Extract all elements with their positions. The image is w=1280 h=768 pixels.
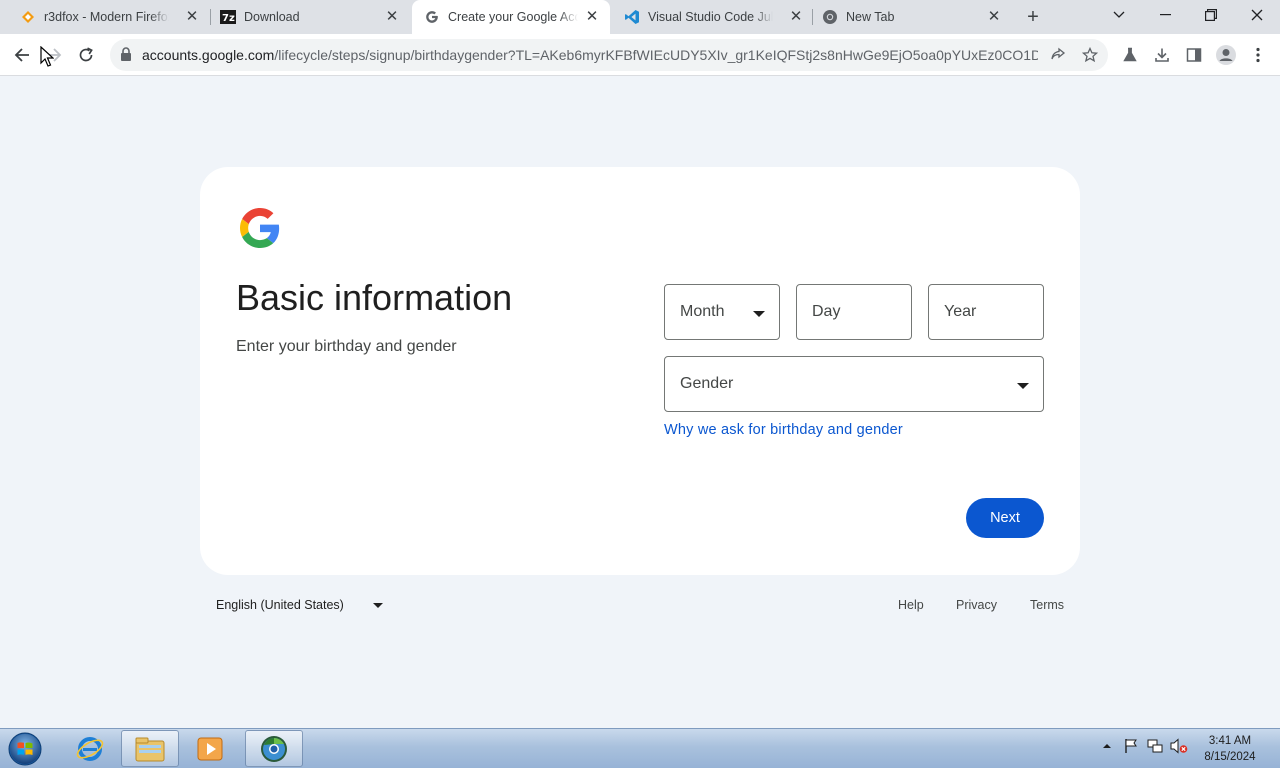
browser-toolbar: accounts.google.com/lifecycle/steps/sign… (0, 34, 1280, 76)
tab-title: Download (244, 10, 300, 24)
download-icon[interactable] (1146, 39, 1178, 71)
lock-icon[interactable] (120, 47, 134, 63)
network-icon[interactable] (1146, 737, 1164, 755)
tab-title: New Tab (846, 10, 895, 24)
show-hidden-icons-icon[interactable] (1098, 737, 1116, 755)
day-placeholder: Day (812, 303, 841, 320)
tab-new-tab[interactable]: New Tab ✕ (802, 0, 1012, 34)
language-selector[interactable]: English (United States) (216, 598, 344, 612)
browser-tab-strip: r3dfox - Modern Firefox f ✕ 7z Download … (0, 0, 1280, 34)
signup-card: Basic information Enter your birthday an… (200, 167, 1080, 575)
vscode-favicon-icon (624, 9, 640, 25)
dropdown-arrow-icon (753, 311, 765, 317)
language-dropdown-arrow-icon[interactable] (373, 603, 383, 608)
next-button[interactable]: Next (966, 498, 1044, 538)
file-explorer-icon[interactable] (121, 730, 179, 767)
privacy-link[interactable]: Privacy (956, 598, 997, 612)
dropdown-arrow-icon (1017, 383, 1029, 389)
clock-time: 3:41 AM (1208, 735, 1252, 747)
tab-create-google-account[interactable]: Create your Google Acco ✕ (412, 0, 610, 34)
day-input[interactable]: Day (796, 284, 912, 340)
year-input[interactable]: Year (928, 284, 1044, 340)
action-center-flag-icon[interactable] (1122, 737, 1140, 755)
more-menu-icon[interactable] (1242, 39, 1274, 71)
start-button-icon[interactable] (6, 731, 44, 767)
7zip-favicon-icon: 7z (220, 9, 236, 25)
tab-title: Visual Studio Code July 2 (648, 10, 773, 24)
close-window-icon[interactable] (1234, 0, 1280, 30)
tab-vscode[interactable]: Visual Studio Code July 2 ✕ (604, 0, 814, 34)
tab-close-icon[interactable]: ✕ (986, 9, 1002, 25)
chrome-taskbar-icon[interactable] (245, 730, 303, 767)
page-subtitle: Enter your birthday and gender (236, 338, 457, 355)
gender-select[interactable]: Gender (664, 356, 1044, 412)
r3dfox-favicon-icon (20, 9, 36, 25)
svg-text:7z: 7z (222, 13, 235, 24)
back-arrow-icon[interactable] (6, 39, 38, 71)
system-clock[interactable]: 3:41 AM 8/15/2024 (1196, 733, 1264, 765)
minimize-icon[interactable] (1142, 0, 1188, 30)
tab-title: r3dfox - Modern Firefox f (44, 10, 169, 24)
terms-link[interactable]: Terms (1030, 598, 1064, 612)
windows-taskbar: 3:41 AM 8/15/2024 (0, 728, 1280, 768)
month-select[interactable]: Month (664, 284, 780, 340)
tab-close-icon[interactable]: ✕ (184, 9, 200, 25)
extension-flask-icon[interactable] (1114, 39, 1146, 71)
side-panel-icon[interactable] (1178, 39, 1210, 71)
chrome-favicon-icon (822, 9, 838, 25)
new-tab-plus-icon[interactable]: + (1022, 6, 1044, 28)
bookmark-star-icon[interactable] (1074, 39, 1106, 71)
url-host: accounts.google.com (142, 47, 275, 63)
month-placeholder: Month (680, 303, 725, 320)
reload-icon[interactable] (70, 39, 102, 71)
volume-muted-icon[interactable] (1170, 737, 1188, 755)
address-bar[interactable]: accounts.google.com/lifecycle/steps/sign… (110, 39, 1108, 71)
mouse-cursor-icon (40, 45, 55, 73)
page-title: Basic information (236, 277, 513, 318)
restore-icon[interactable] (1188, 0, 1234, 30)
media-player-icon[interactable] (181, 730, 239, 767)
tab-download[interactable]: 7z Download ✕ (200, 0, 410, 34)
url-path: /lifecycle/steps/signup/birthdaygender?T… (274, 47, 1038, 63)
profile-avatar-icon[interactable] (1210, 39, 1242, 71)
google-logo-icon (240, 208, 280, 248)
year-placeholder: Year (944, 303, 977, 320)
tab-search-chevron-icon[interactable] (1096, 0, 1142, 30)
share-icon[interactable] (1042, 39, 1074, 71)
gender-placeholder: Gender (680, 375, 734, 392)
tab-close-icon[interactable]: ✕ (584, 9, 600, 25)
tab-r3dfox[interactable]: r3dfox - Modern Firefox f ✕ (0, 0, 210, 34)
why-we-ask-link[interactable]: Why we ask for birthday and gender (664, 422, 903, 438)
tab-title: Create your Google Acco (448, 10, 578, 24)
url-text[interactable]: accounts.google.com/lifecycle/steps/sign… (142, 47, 1038, 63)
google-favicon-icon (424, 9, 440, 25)
tab-close-icon[interactable]: ✕ (384, 9, 400, 25)
help-link[interactable]: Help (898, 598, 924, 612)
internet-explorer-icon[interactable] (61, 730, 119, 767)
clock-date: 8/15/2024 (1204, 751, 1256, 763)
